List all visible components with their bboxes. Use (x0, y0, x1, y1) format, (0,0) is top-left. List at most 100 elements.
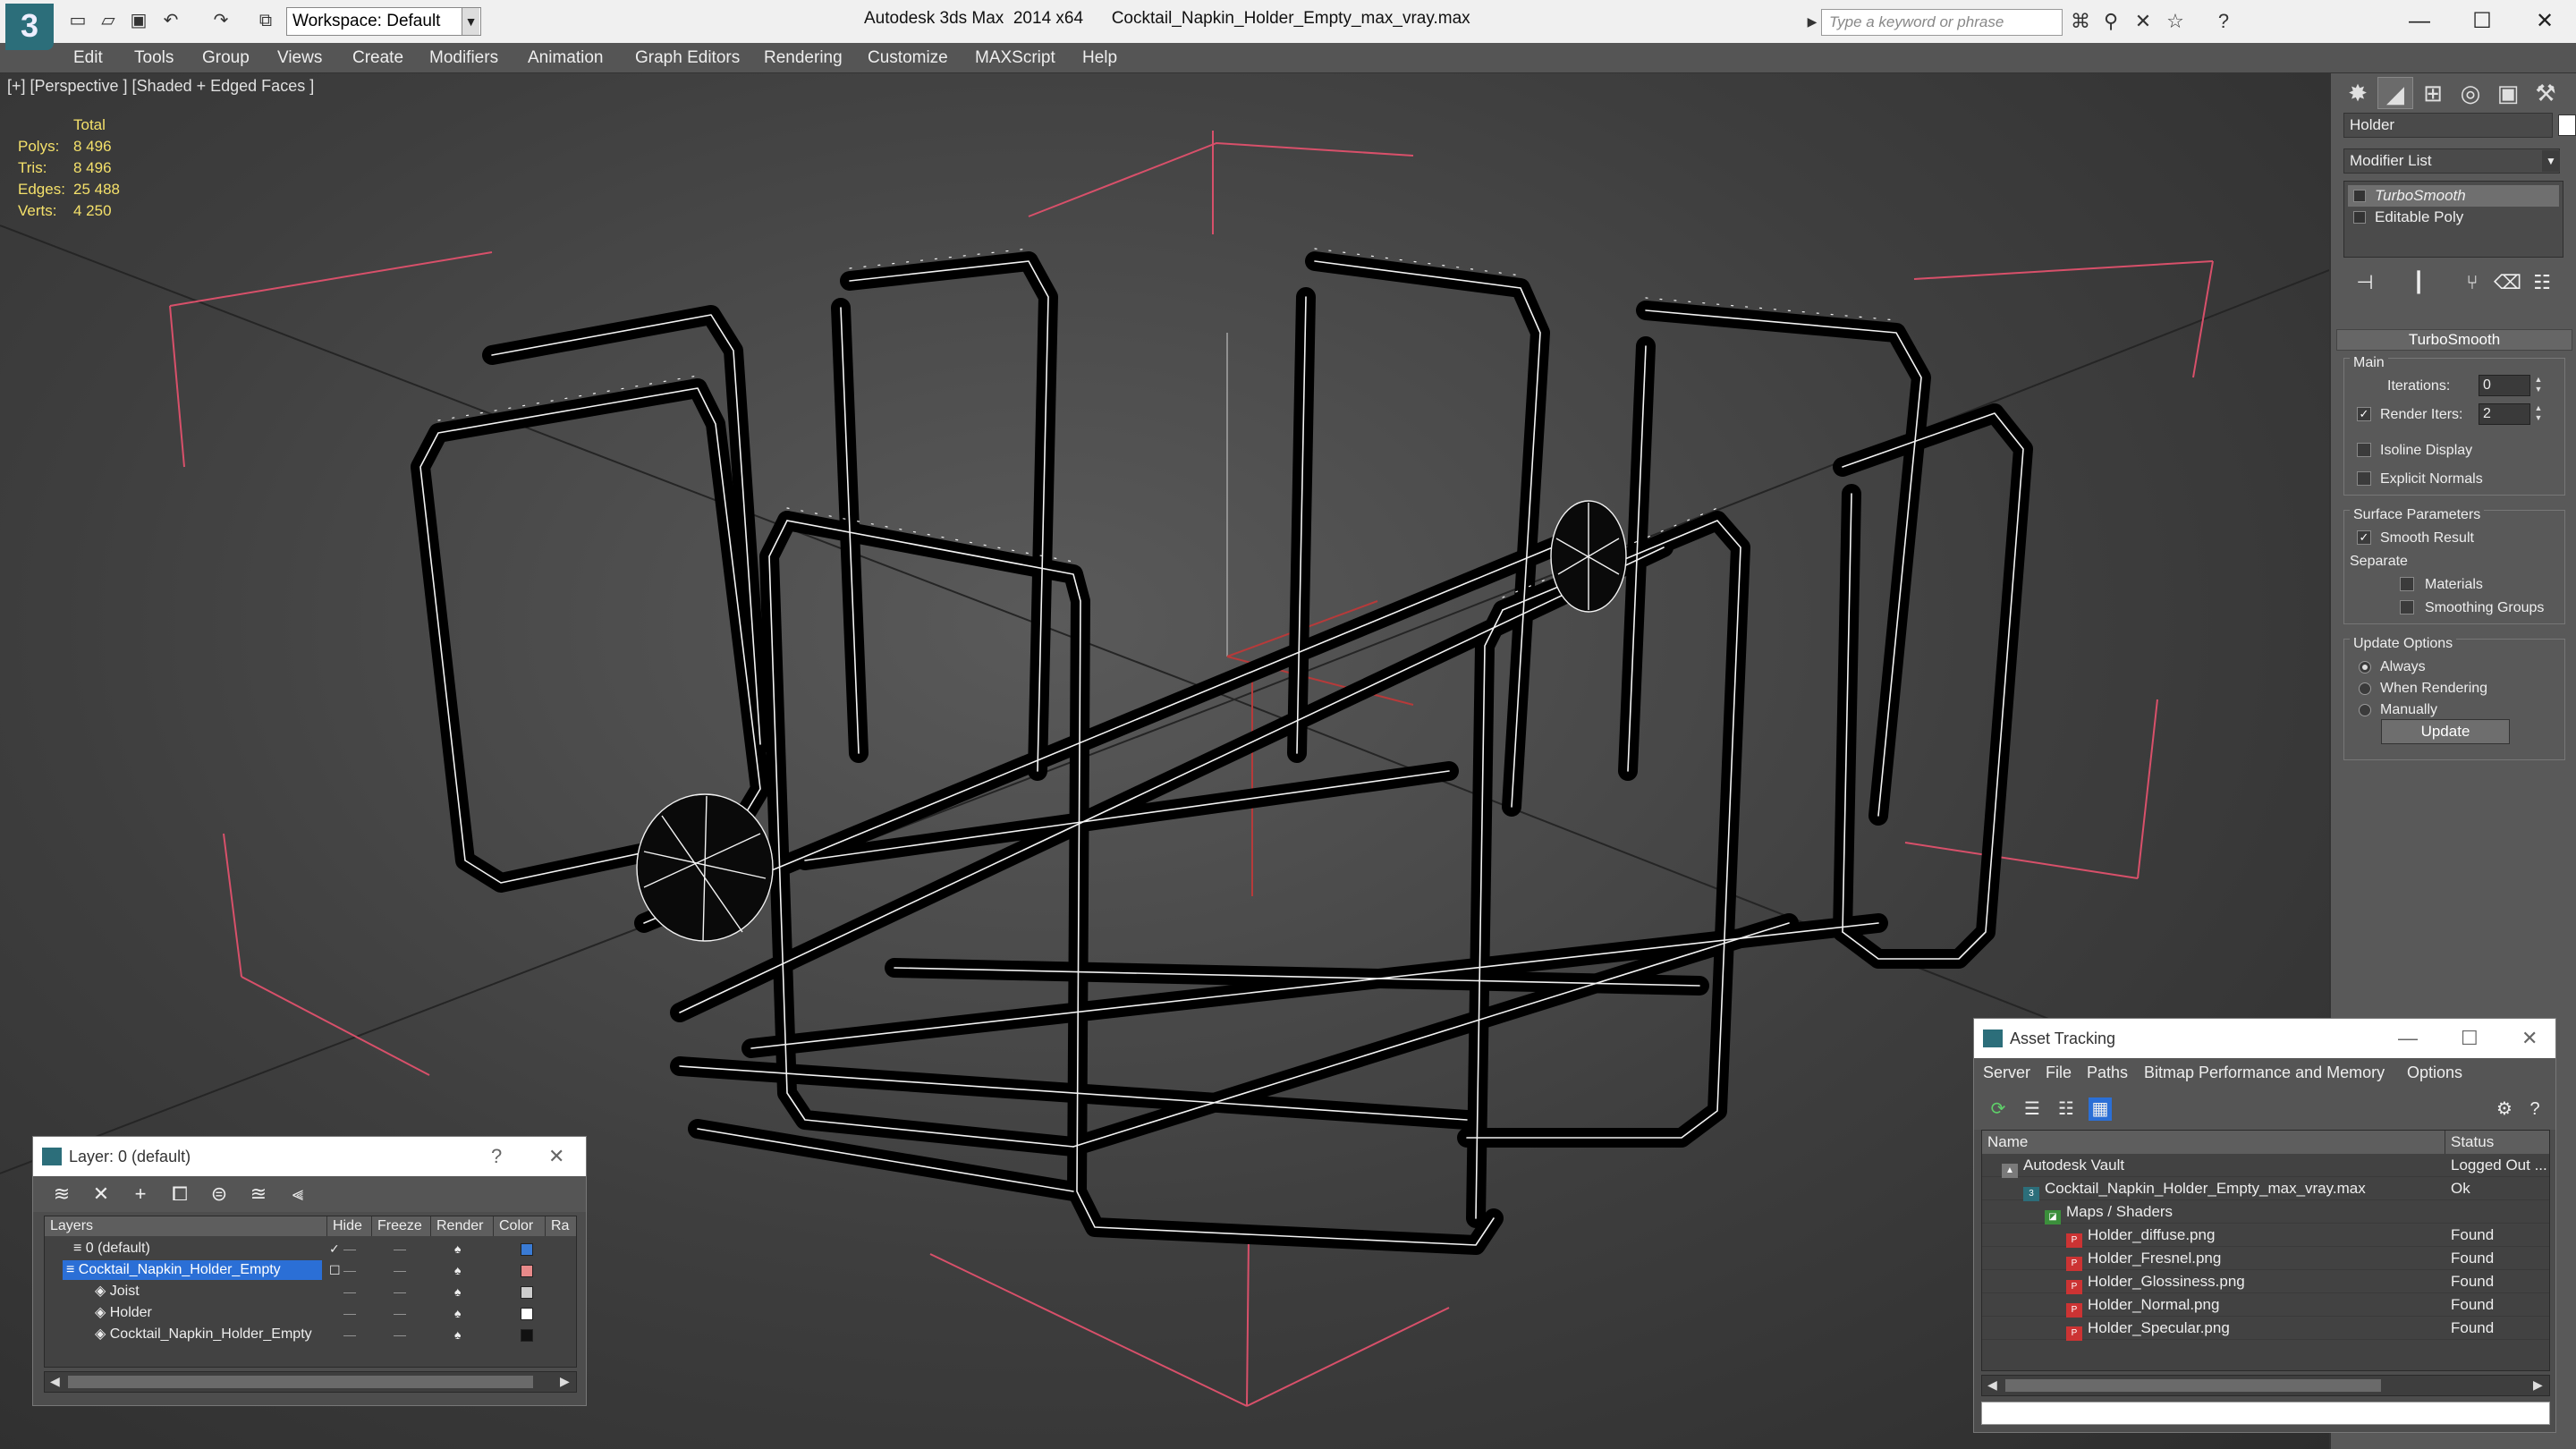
hide-toggle[interactable]: — (343, 1281, 356, 1302)
object-color-swatch[interactable] (2558, 114, 2576, 136)
menu-help[interactable]: Help (1082, 47, 1117, 70)
render-iters-spinner[interactable]: 2 (2479, 403, 2530, 425)
render-teapot-icon[interactable]: ♠ (454, 1259, 461, 1281)
configure-sets-icon[interactable]: ☷ (2529, 270, 2555, 295)
horizontal-scrollbar[interactable]: ◀ ▶ (44, 1371, 577, 1393)
viewport-label[interactable]: [+] [Perspective ] [Shaded + Edged Faces… (7, 77, 314, 96)
stack-item-turbosmooth[interactable]: TurboSmooth (2348, 185, 2559, 207)
scroll-left-icon[interactable]: ◀ (1987, 1377, 1997, 1393)
project-folder-icon[interactable]: ⧉ (256, 11, 275, 30)
menu-tools[interactable]: Tools (134, 47, 174, 70)
menu-graph-editors[interactable]: Graph Editors (635, 47, 740, 70)
freeze-toggle[interactable]: — (394, 1302, 406, 1324)
close-icon[interactable]: ✕ (2521, 1026, 2538, 1051)
tree-view-icon[interactable]: ☷ (2055, 1097, 2078, 1121)
object-color-swatch[interactable] (521, 1308, 533, 1320)
table-view-icon[interactable]: ▦ (2089, 1097, 2112, 1121)
pin-stack-icon[interactable]: ⊣ (2352, 270, 2377, 295)
render-iters-checkbox[interactable]: ✓ (2357, 407, 2371, 421)
expand-search-icon[interactable]: ▶ (1801, 11, 1823, 32)
explicit-normals-checkbox[interactable] (2357, 471, 2371, 486)
scroll-right-icon[interactable]: ▶ (560, 1374, 570, 1389)
layer-row[interactable]: ≡ 0 (default) ✓ — — ♠ (45, 1238, 576, 1259)
open-file-icon[interactable]: ▱ (98, 11, 118, 30)
menu-paths[interactable]: Paths (2087, 1063, 2128, 1082)
select-objects-icon[interactable]: ⧠ (167, 1183, 192, 1205)
subscription-icon[interactable]: ⚲ (2100, 11, 2122, 32)
create-tab-sun-icon[interactable]: ✸ (2340, 77, 2376, 109)
freeze-toggle[interactable]: — (394, 1324, 406, 1345)
list-view-icon[interactable]: ☰ (2021, 1097, 2044, 1121)
layer-row[interactable]: ◈ Holder — — ♠ (45, 1302, 576, 1324)
asset-row[interactable]: P Holder_diffuse.png Found (1982, 1224, 2549, 1248)
help-icon[interactable]: ? (2213, 11, 2234, 32)
save-icon[interactable]: ▣ (129, 11, 148, 30)
column-header[interactable]: Freeze (372, 1216, 431, 1236)
current-layer-check-icon[interactable]: ✓ (329, 1238, 340, 1259)
help-icon[interactable]: ? (2523, 1097, 2546, 1121)
column-header[interactable]: Render (431, 1216, 494, 1236)
render-teapot-icon[interactable]: ♠ (454, 1281, 461, 1302)
asset-path-field[interactable] (1981, 1402, 2550, 1425)
menu-rendering[interactable]: Rendering (764, 47, 843, 70)
maximize-icon[interactable]: ☐ (2461, 1026, 2479, 1051)
layer-row[interactable]: ≡ Cocktail_Napkin_Holder_Empty ☐ — — ♠ (45, 1259, 576, 1281)
scroll-left-icon[interactable]: ◀ (50, 1374, 60, 1389)
render-teapot-icon[interactable]: ♠ (454, 1302, 461, 1324)
column-header-status[interactable]: Status (2445, 1131, 2549, 1154)
hide-toggle[interactable]: — (343, 1259, 356, 1281)
add-to-layer-icon[interactable]: + (128, 1183, 153, 1205)
show-end-result-icon[interactable]: ┃ (2406, 270, 2431, 295)
freeze-all-icon[interactable]: ⫷ (285, 1183, 310, 1205)
maximize-icon[interactable]: ☐ (2451, 4, 2513, 39)
scroll-right-icon[interactable]: ▶ (2533, 1377, 2543, 1393)
menu-bitmap-performance[interactable]: Bitmap Performance and Memory (2144, 1063, 2385, 1082)
hide-toggle[interactable]: — (343, 1302, 356, 1324)
column-header[interactable]: Layers (45, 1216, 327, 1236)
smoothing-groups-checkbox[interactable] (2400, 600, 2414, 614)
column-header[interactable]: Ra (546, 1216, 576, 1236)
layer-color-swatch[interactable] (521, 1265, 533, 1277)
workspace-dropdown[interactable]: Workspace: Default (286, 7, 481, 36)
menu-file[interactable]: File (2046, 1063, 2072, 1082)
asset-row[interactable]: 3 Cocktail_Napkin_Holder_Empty_max_vray.m… (1982, 1177, 2549, 1201)
chevron-down-icon[interactable]: ▼ (462, 8, 479, 35)
update-button[interactable]: Update (2381, 719, 2510, 744)
communication-icon[interactable]: ✕ (2132, 11, 2154, 32)
refresh-icon[interactable]: ⟳ (1987, 1097, 2010, 1121)
horizontal-scrollbar[interactable]: ◀ ▶ (1981, 1375, 2550, 1396)
freeze-toggle[interactable]: — (394, 1238, 406, 1259)
asset-row[interactable]: P Holder_Glossiness.png Found (1982, 1270, 2549, 1294)
menu-create[interactable]: Create (352, 47, 403, 70)
manually-radio[interactable] (2359, 704, 2371, 716)
column-header[interactable]: Hide (327, 1216, 372, 1236)
highlight-layer-icon[interactable]: ⊜ (207, 1183, 232, 1205)
search-input[interactable]: Type a keyword or phrase (1821, 9, 2063, 36)
asset-row[interactable]: P Holder_Specular.png Found (1982, 1317, 2549, 1341)
tracking-options-icon[interactable]: ⚙ (2493, 1097, 2516, 1121)
isoline-display-checkbox[interactable] (2357, 443, 2371, 457)
freeze-toggle[interactable]: — (394, 1259, 406, 1281)
help-icon[interactable]: ? (491, 1144, 502, 1169)
menu-modifiers[interactable]: Modifiers (429, 47, 498, 70)
delete-layer-icon[interactable]: ✕ (89, 1183, 114, 1205)
freeze-toggle[interactable]: — (394, 1281, 406, 1302)
spinner-arrows-icon[interactable]: ▲ ▼ (2532, 375, 2545, 396)
menu-maxscript[interactable]: MAXScript (975, 47, 1055, 70)
object-name-field[interactable]: Holder (2343, 113, 2553, 138)
asset-row[interactable]: ▲ Autodesk Vault Logged Out ... (1982, 1154, 2549, 1178)
make-unique-icon[interactable]: ⑂ (2460, 270, 2485, 295)
close-icon[interactable]: ✕ (2513, 4, 2576, 39)
scrollbar-thumb[interactable] (2005, 1379, 2381, 1392)
when-rendering-radio[interactable] (2359, 682, 2371, 695)
layer-row[interactable]: ◈ Joist — — ♠ (45, 1281, 576, 1302)
hide-toggle[interactable]: — (343, 1238, 356, 1259)
menu-server[interactable]: Server (1983, 1063, 2030, 1082)
layer-row[interactable]: ◈ Cocktail_Napkin_Holder_Empty — — ♠ (45, 1324, 576, 1345)
expand-plus-icon[interactable] (2353, 211, 2366, 224)
render-teapot-icon[interactable]: ♠ (454, 1324, 461, 1345)
smooth-result-checkbox[interactable]: ✓ (2357, 530, 2371, 545)
chevron-down-icon[interactable]: ▼ (2542, 150, 2560, 172)
new-file-icon[interactable]: ▭ (68, 11, 88, 30)
object-color-swatch[interactable] (521, 1329, 533, 1342)
